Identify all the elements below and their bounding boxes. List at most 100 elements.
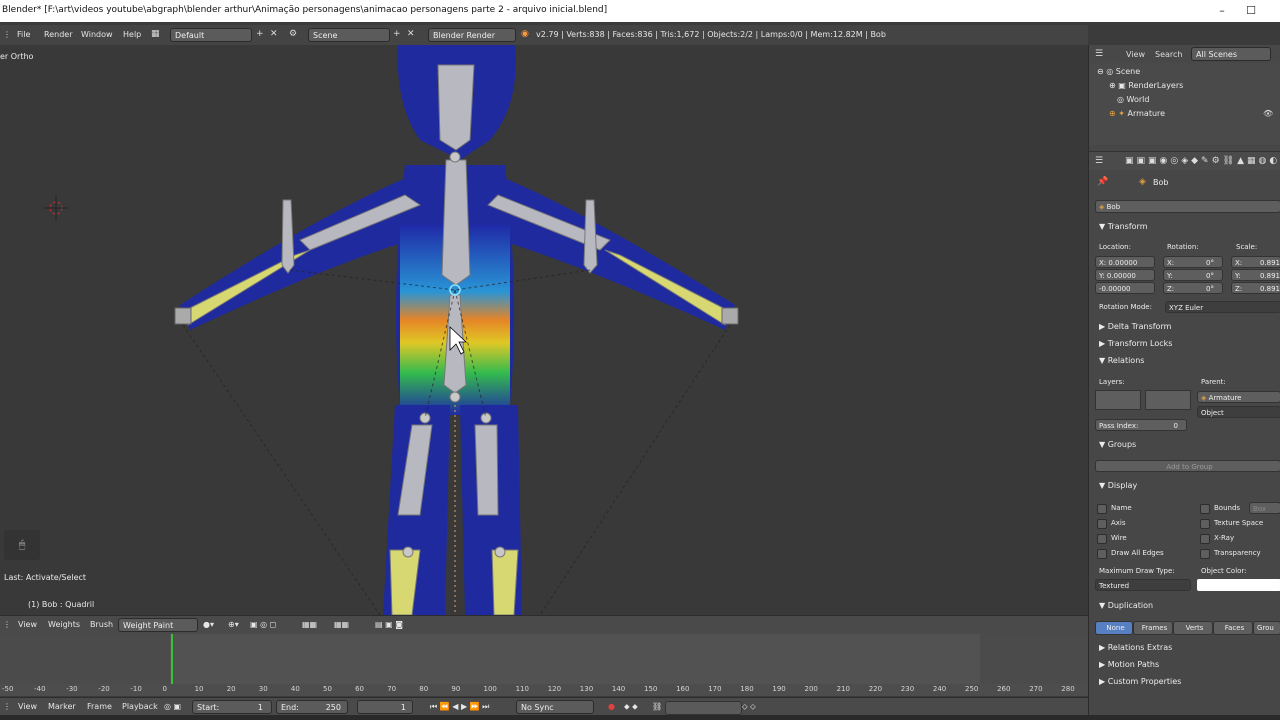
render-engine-selector[interactable]: Blender Render	[428, 28, 516, 42]
custom-properties-panel[interactable]: ▶ Custom Properties	[1099, 677, 1181, 686]
layers-icon[interactable]: ▦▦	[302, 620, 317, 629]
add-to-group-button[interactable]: Add to Group	[1095, 460, 1280, 472]
mode-selector[interactable]: Weight Paint	[118, 618, 198, 632]
mesh-mask-icons[interactable]: ▣ ◎ ◻	[250, 620, 276, 629]
location-z-field[interactable]: -0.00000	[1095, 282, 1155, 294]
tl-menu-frame[interactable]: Frame	[87, 702, 112, 711]
record-icon[interactable]: ●	[608, 702, 615, 711]
scale-z-field[interactable]: Z: 0.891	[1231, 282, 1280, 294]
outliner-view-menu[interactable]: View	[1126, 50, 1145, 59]
motion-paths-panel[interactable]: ▶ Motion Paths	[1099, 660, 1159, 669]
rotation-y-field[interactable]: Y: 0°	[1163, 269, 1223, 281]
tl-menu-view[interactable]: View	[18, 702, 37, 711]
timeline-editor[interactable]: -50 -40 -30 -20 -10 0 10 20 30 40 50 60 70 80 90 100 110…	[0, 634, 1088, 696]
transform-locks-panel[interactable]: ▶ Transform Locks	[1099, 339, 1172, 348]
object-name-field[interactable]: ◈ Bob	[1095, 200, 1280, 213]
playback-controls-icons[interactable]: ⏮ ⏪ ◀ ▶ ⏩ ⏭	[430, 702, 489, 712]
duplication-panel[interactable]: ▼ Duplication	[1099, 601, 1153, 610]
texture-space-checkbox[interactable]	[1200, 519, 1210, 529]
location-y-field[interactable]: Y: 0.00000	[1095, 269, 1155, 281]
outliner-row-world[interactable]: ◎ World	[1117, 95, 1149, 104]
pin-icon[interactable]: 📌	[1097, 177, 1108, 187]
current-frame-field[interactable]: 1	[357, 700, 413, 714]
menu-render[interactable]: Render	[44, 30, 72, 39]
outliner-row-renderlayers[interactable]: ⊕ ▣ RenderLayers	[1109, 81, 1183, 90]
outliner-row-scene[interactable]: ⊖ ◎ Scene	[1097, 67, 1140, 76]
sync-selector[interactable]: No Sync	[516, 700, 594, 714]
keyset-icon[interactable]: ⛓	[652, 702, 662, 711]
location-x-field[interactable]: X: 0.00000	[1095, 256, 1155, 268]
scale-y-field[interactable]: Y: 0.891	[1231, 269, 1280, 281]
layout-selector[interactable]: Default	[170, 28, 252, 42]
dup-group-tab[interactable]: Grou	[1253, 621, 1280, 635]
transform-panel-title[interactable]: ▼ Transform	[1099, 222, 1148, 231]
keying-icons[interactable]: ⬥ ⬥	[624, 702, 638, 712]
parent-type-select[interactable]: Object	[1197, 406, 1280, 418]
remove-scene-icon[interactable]: ✕	[407, 29, 415, 39]
character-mesh[interactable]	[0, 45, 1088, 615]
screen-layout-icon[interactable]: ▦	[151, 29, 160, 39]
3d-viewport[interactable]: er Ortho 🖱 Last: Activate/Select (1) Bob…	[0, 45, 1088, 615]
menu-help[interactable]: Help	[123, 30, 141, 39]
keyframe-insert-icons[interactable]: ⬦ ⬦	[742, 702, 756, 712]
dup-verts-tab[interactable]: Verts	[1173, 621, 1213, 635]
relations-panel[interactable]: ▼ Relations	[1099, 356, 1144, 365]
menu-file[interactable]: File	[17, 30, 30, 39]
pivot-icon[interactable]: ⊕▾	[228, 620, 239, 629]
object-color-swatch[interactable]	[1197, 579, 1280, 591]
display-panel[interactable]: ▼ Display	[1099, 481, 1137, 490]
editor-type-icon[interactable]: ⋮	[3, 30, 11, 39]
bounds-type-select[interactable]: Box	[1249, 502, 1280, 514]
render-toggle-icons[interactable]: ▤ ▣ ◙	[375, 620, 403, 629]
properties-editor-icon[interactable]: ☰	[1095, 156, 1103, 166]
pass-index-field[interactable]: Pass Index: 0	[1095, 419, 1187, 431]
end-frame-field[interactable]: End: 250	[276, 700, 348, 714]
layers-grid-a[interactable]	[1095, 390, 1141, 410]
menu-window[interactable]: Window	[81, 30, 113, 39]
delta-transform-panel[interactable]: ▶ Delta Transform	[1099, 322, 1171, 331]
minimize-icon[interactable]: –	[1214, 3, 1230, 19]
dup-none-tab[interactable]: None	[1095, 621, 1133, 635]
draw-all-edges-checkbox[interactable]	[1097, 549, 1107, 559]
keying-set-field[interactable]	[665, 701, 742, 715]
outliner[interactable]: ☰ View Search All Scenes ⊖ ◎ Scene ⊕ ▣ R…	[1089, 45, 1280, 145]
outliner-row-armature[interactable]: ⊕ ✦ Armature	[1109, 109, 1165, 118]
menu-view[interactable]: View	[18, 620, 37, 629]
layers2-icon[interactable]: ▦▦	[334, 620, 349, 629]
add-layout-icon[interactable]: +	[256, 29, 264, 39]
dup-frames-tab[interactable]: Frames	[1133, 621, 1173, 635]
tl-menu-marker[interactable]: Marker	[48, 702, 76, 711]
properties-context-tabs[interactable]: ▣▣▣◉◎◈◆✎⚙⛓▲▦◍◐	[1125, 156, 1280, 166]
bounds-checkbox[interactable]	[1200, 504, 1210, 514]
viewport-shading-icon[interactable]: ●▾	[203, 620, 214, 629]
tl-editor-icon[interactable]: ⋮	[3, 702, 11, 711]
transparency-checkbox[interactable]	[1200, 549, 1210, 559]
preview-range-icon[interactable]: ◎ ▣	[164, 702, 181, 711]
editor-menu-icon[interactable]: ⋮	[3, 620, 11, 629]
start-frame-field[interactable]: Start: 1	[192, 700, 272, 714]
outliner-search-menu[interactable]: Search	[1155, 50, 1182, 59]
max-draw-type-select[interactable]: Textured	[1095, 579, 1191, 591]
name-checkbox[interactable]	[1097, 504, 1107, 514]
outliner-editor-icon[interactable]: ☰	[1095, 49, 1103, 59]
rotation-x-field[interactable]: X: 0°	[1163, 256, 1223, 268]
remove-layout-icon[interactable]: ✕	[270, 29, 278, 39]
parent-field[interactable]: ◈ Armature	[1197, 391, 1280, 403]
wire-checkbox[interactable]	[1097, 534, 1107, 544]
add-scene-icon[interactable]: +	[393, 29, 401, 39]
tl-menu-playback[interactable]: Playback	[122, 702, 158, 711]
axis-checkbox[interactable]	[1097, 519, 1107, 529]
dup-faces-tab[interactable]: Faces	[1213, 621, 1253, 635]
layers-grid-b[interactable]	[1145, 390, 1191, 410]
relations-extras-panel[interactable]: ▶ Relations Extras	[1099, 643, 1172, 652]
scene-selector[interactable]: Scene	[308, 28, 390, 42]
scale-x-field[interactable]: X: 0.891	[1231, 256, 1280, 268]
groups-panel[interactable]: ▼ Groups	[1099, 440, 1136, 449]
maximize-icon[interactable]: ☐	[1243, 3, 1259, 19]
menu-weights[interactable]: Weights	[48, 620, 80, 629]
outliner-filter-select[interactable]: All Scenes	[1191, 47, 1271, 61]
menu-brush[interactable]: Brush	[90, 620, 113, 629]
visibility-eye-icon[interactable]: 👁	[1263, 109, 1273, 118]
rotation-mode-select[interactable]: XYZ Euler	[1165, 301, 1280, 313]
xray-checkbox[interactable]	[1200, 534, 1210, 544]
